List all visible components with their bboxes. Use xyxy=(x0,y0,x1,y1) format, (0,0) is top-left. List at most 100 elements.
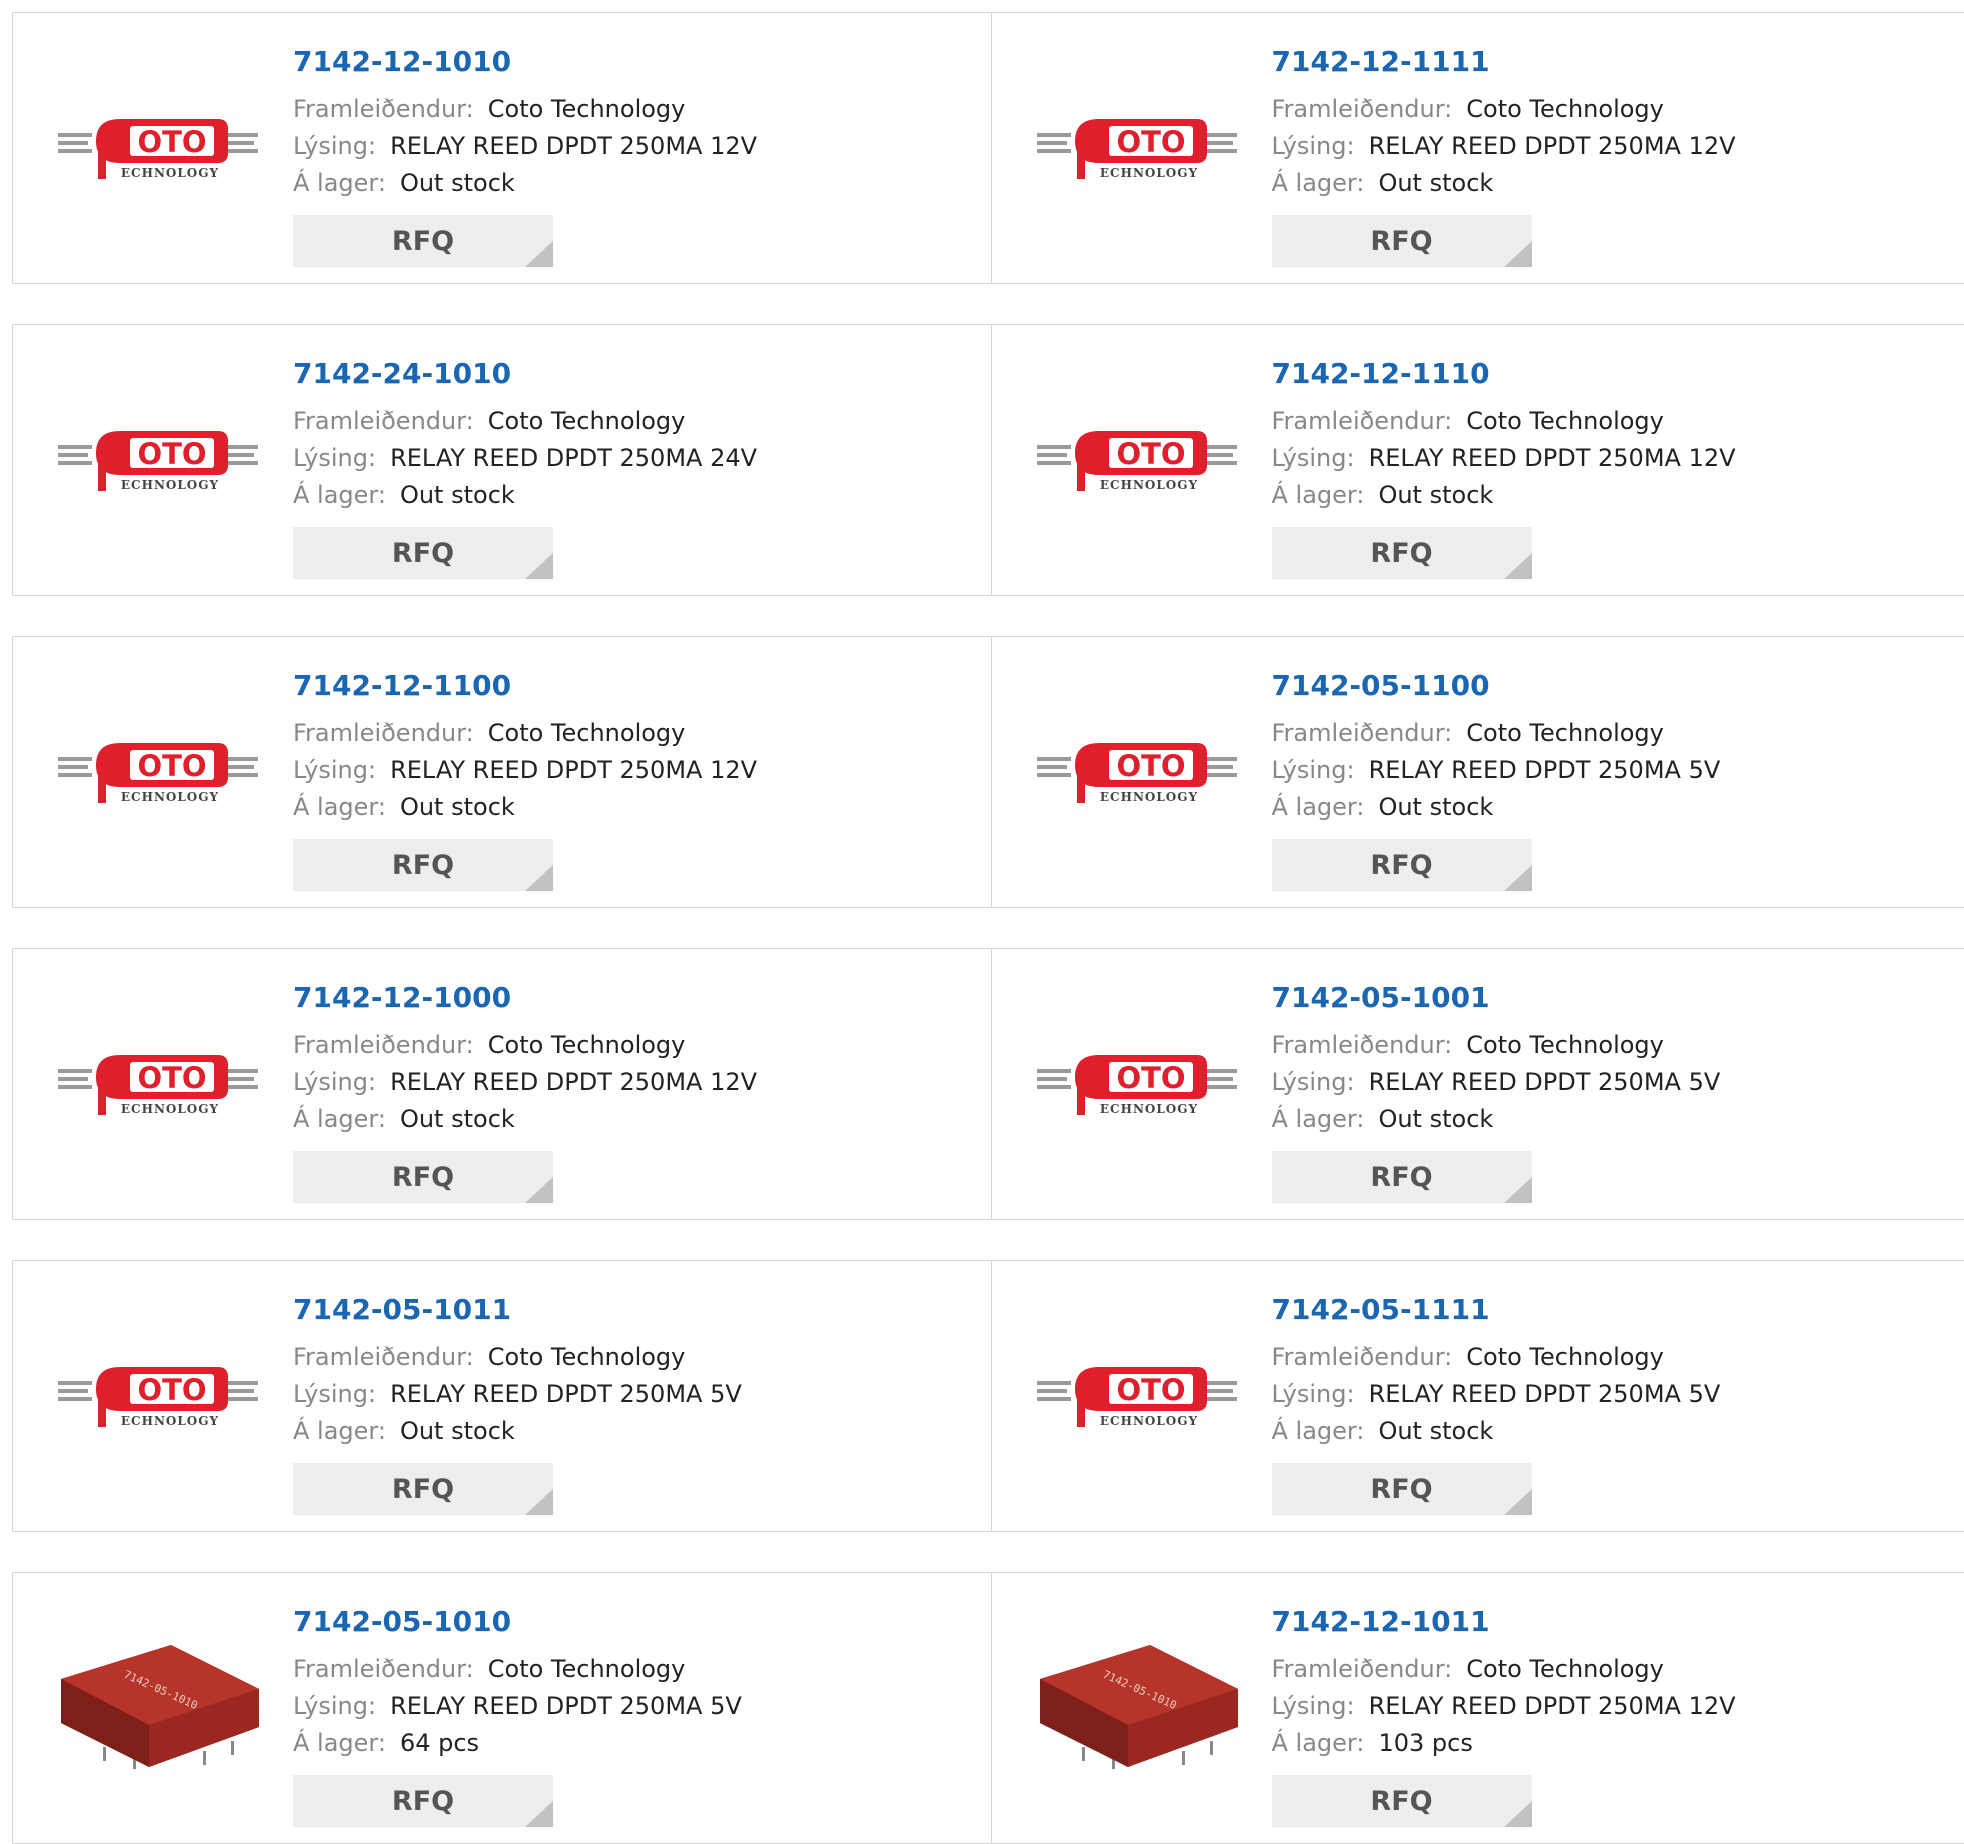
product-card: OTO ECHNOLOGY 7142-12-1110 Framleiðendur:… xyxy=(991,325,1964,595)
part-number-link[interactable]: 7142-12-1000 xyxy=(293,979,757,1017)
description-value: RELAY REED DPDT 250MA 5V xyxy=(390,1692,742,1720)
relay-component-photo: 7142-05-1010 xyxy=(1032,1631,1242,1791)
rfq-button[interactable]: RFQ xyxy=(1272,1775,1532,1827)
manufacturer-value: Coto Technology xyxy=(488,719,686,747)
stock-line: Á lager:Out stock xyxy=(293,477,757,514)
description-label: Lýsing: xyxy=(293,444,376,472)
stock-line: Á lager:Out stock xyxy=(1272,789,1721,826)
description-label: Lýsing: xyxy=(293,1692,376,1720)
corner-triangle-icon xyxy=(525,865,553,891)
stock-value: Out stock xyxy=(400,481,515,509)
svg-text:ECHNOLOGY: ECHNOLOGY xyxy=(1099,478,1197,492)
product-thumbnail[interactable]: OTO ECHNOLOGY xyxy=(53,1007,263,1167)
description-label: Lýsing: xyxy=(293,756,376,784)
manufacturer-line: Framleiðendur:Coto Technology xyxy=(293,715,757,752)
stock-value: Out stock xyxy=(400,169,515,197)
part-number-link[interactable]: 7142-05-1011 xyxy=(293,1291,742,1329)
product-row: 7142-05-1010 7142-05-1010Framleiðendur:C… xyxy=(12,1572,1964,1844)
manufacturer-line: Framleiðendur:Coto Technology xyxy=(1272,715,1721,752)
stock-value: Out stock xyxy=(400,1417,515,1445)
product-info: 7142-12-1011Framleiðendur:Coto Technolog… xyxy=(1272,1603,1736,1827)
product-thumbnail[interactable]: 7142-05-1010 xyxy=(1032,1631,1242,1791)
coto-technology-logo: OTO ECHNOLOGY xyxy=(58,735,258,815)
product-info: 7142-12-1010Framleiðendur:Coto Technolog… xyxy=(293,43,757,267)
product-card: OTO ECHNOLOGY 7142-12-1100 Framleiðendur:… xyxy=(13,637,991,907)
stock-value: Out stock xyxy=(1378,481,1493,509)
product-card: OTO ECHNOLOGY 7142-05-1001Framleiðendur:… xyxy=(991,949,1964,1219)
part-number-link[interactable]: 7142-05-1001 xyxy=(1272,979,1721,1017)
part-number-link[interactable]: 7142-12-1011 xyxy=(1272,1603,1736,1641)
part-number-link[interactable]: 7142-05-1111 xyxy=(1272,1291,1721,1329)
product-row: OTO ECHNOLOGY 7142-12-1000Framleiðendur:… xyxy=(12,948,1964,1220)
product-card: OTO ECHNOLOGY 7142-05-1100 Framleiðendur:… xyxy=(991,637,1964,907)
description-line: Lýsing:RELAY REED DPDT 250MA 5V xyxy=(1272,752,1721,789)
part-number-link[interactable]: 7142-05-1100 xyxy=(1272,667,1721,705)
rfq-button-label: RFQ xyxy=(1370,226,1432,257)
description-line: Lýsing: RELAY REED DPDT 250MA 12V xyxy=(293,752,757,789)
description-line: Lýsing:RELAY REED DPDT 250MA 12V xyxy=(1272,128,1736,165)
part-number-link[interactable]: 7142-05-1010 xyxy=(293,1603,742,1641)
coto-technology-logo: OTO ECHNOLOGY xyxy=(58,111,258,191)
rfq-button[interactable]: RFQ xyxy=(1272,527,1532,579)
rfq-button[interactable]: RFQ xyxy=(1272,839,1532,891)
part-number-link[interactable]: 7142-12-1111 xyxy=(1272,43,1736,81)
rfq-button[interactable]: RFQ xyxy=(1272,215,1532,267)
product-row: OTO ECHNOLOGY 7142-24-1010 Framleiðendur:… xyxy=(12,324,1964,596)
product-thumbnail[interactable]: OTO ECHNOLOGY xyxy=(53,1319,263,1479)
corner-triangle-icon xyxy=(525,553,553,579)
stock-line: Á lager: Out stock xyxy=(293,165,757,202)
svg-text:OTO: OTO xyxy=(137,1373,206,1407)
product-thumbnail[interactable]: OTO ECHNOLOGY xyxy=(53,71,263,231)
rfq-button-label: RFQ xyxy=(1370,1162,1432,1193)
part-number-link[interactable]: 7142-12-1010 xyxy=(293,43,757,81)
rfq-button[interactable]: RFQ xyxy=(1272,1463,1532,1515)
product-thumbnail[interactable]: OTO ECHNOLOGY xyxy=(1032,695,1242,855)
product-thumbnail[interactable]: OTO ECHNOLOGY xyxy=(1032,1319,1242,1479)
rfq-button-label: RFQ xyxy=(1370,1474,1432,1505)
rfq-button[interactable]: RFQ xyxy=(293,1151,553,1203)
manufacturer-line: Framleiðendur:Coto Technology xyxy=(1272,403,1736,440)
manufacturer-label: Framleiðendur: xyxy=(1272,1655,1453,1683)
svg-text:OTO: OTO xyxy=(1116,125,1185,159)
corner-triangle-icon xyxy=(1504,1177,1532,1203)
description-value: RELAY REED DPDT 250MA 12V xyxy=(390,756,757,784)
rfq-button[interactable]: RFQ xyxy=(293,527,553,579)
coto-technology-logo: OTO ECHNOLOGY xyxy=(1037,1359,1237,1439)
coto-technology-logo: OTO ECHNOLOGY xyxy=(1037,423,1237,503)
manufacturer-value: Coto Technology xyxy=(1466,1031,1664,1059)
description-value: RELAY REED DPDT 250MA 5V xyxy=(1369,1380,1721,1408)
coto-technology-logo: OTO ECHNOLOGY xyxy=(58,1359,258,1439)
description-line: Lýsing:RELAY REED DPDT 250MA 5V xyxy=(293,1376,742,1413)
description-label: Lýsing: xyxy=(1272,1692,1355,1720)
rfq-button[interactable]: RFQ xyxy=(1272,1151,1532,1203)
rfq-button[interactable]: RFQ xyxy=(293,1775,553,1827)
product-thumbnail[interactable]: OTO ECHNOLOGY xyxy=(1032,1007,1242,1167)
stock-line: Á lager:Out stock xyxy=(1272,477,1736,514)
product-thumbnail[interactable]: OTO ECHNOLOGY xyxy=(53,383,263,543)
manufacturer-label: Framleiðendur: xyxy=(1272,407,1453,435)
manufacturer-value: Coto Technology xyxy=(488,1031,686,1059)
part-number-link[interactable]: 7142-24-1010 xyxy=(293,355,757,393)
rfq-button[interactable]: RFQ xyxy=(293,839,553,891)
rfq-button[interactable]: RFQ xyxy=(293,215,553,267)
corner-triangle-icon xyxy=(525,241,553,267)
rfq-button[interactable]: RFQ xyxy=(293,1463,553,1515)
part-number-link[interactable]: 7142-12-1100 xyxy=(293,667,757,705)
relay-component-photo: 7142-05-1010 xyxy=(53,1631,263,1791)
corner-triangle-icon xyxy=(525,1489,553,1515)
svg-text:OTO: OTO xyxy=(137,437,206,471)
stock-label: Á lager: xyxy=(293,1105,386,1133)
product-thumbnail[interactable]: OTO ECHNOLOGY xyxy=(53,695,263,855)
product-thumbnail[interactable]: OTO ECHNOLOGY xyxy=(1032,383,1242,543)
stock-value: Out stock xyxy=(1378,1417,1493,1445)
product-thumbnail[interactable]: OTO ECHNOLOGY xyxy=(1032,71,1242,231)
stock-label: Á lager: xyxy=(293,169,386,197)
product-info: 7142-12-1111Framleiðendur:Coto Technolog… xyxy=(1272,43,1736,267)
manufacturer-label: Framleiðendur: xyxy=(1272,1343,1453,1371)
product-thumbnail[interactable]: 7142-05-1010 xyxy=(53,1631,263,1791)
stock-label: Á lager: xyxy=(293,1417,386,1445)
product-card: OTO ECHNOLOGY 7142-05-1111 Framleiðendur:… xyxy=(991,1261,1964,1531)
stock-value: 103 pcs xyxy=(1378,1729,1472,1757)
part-number-link[interactable]: 7142-12-1110 xyxy=(1272,355,1736,393)
stock-line: Á lager:64 pcs xyxy=(293,1725,742,1762)
